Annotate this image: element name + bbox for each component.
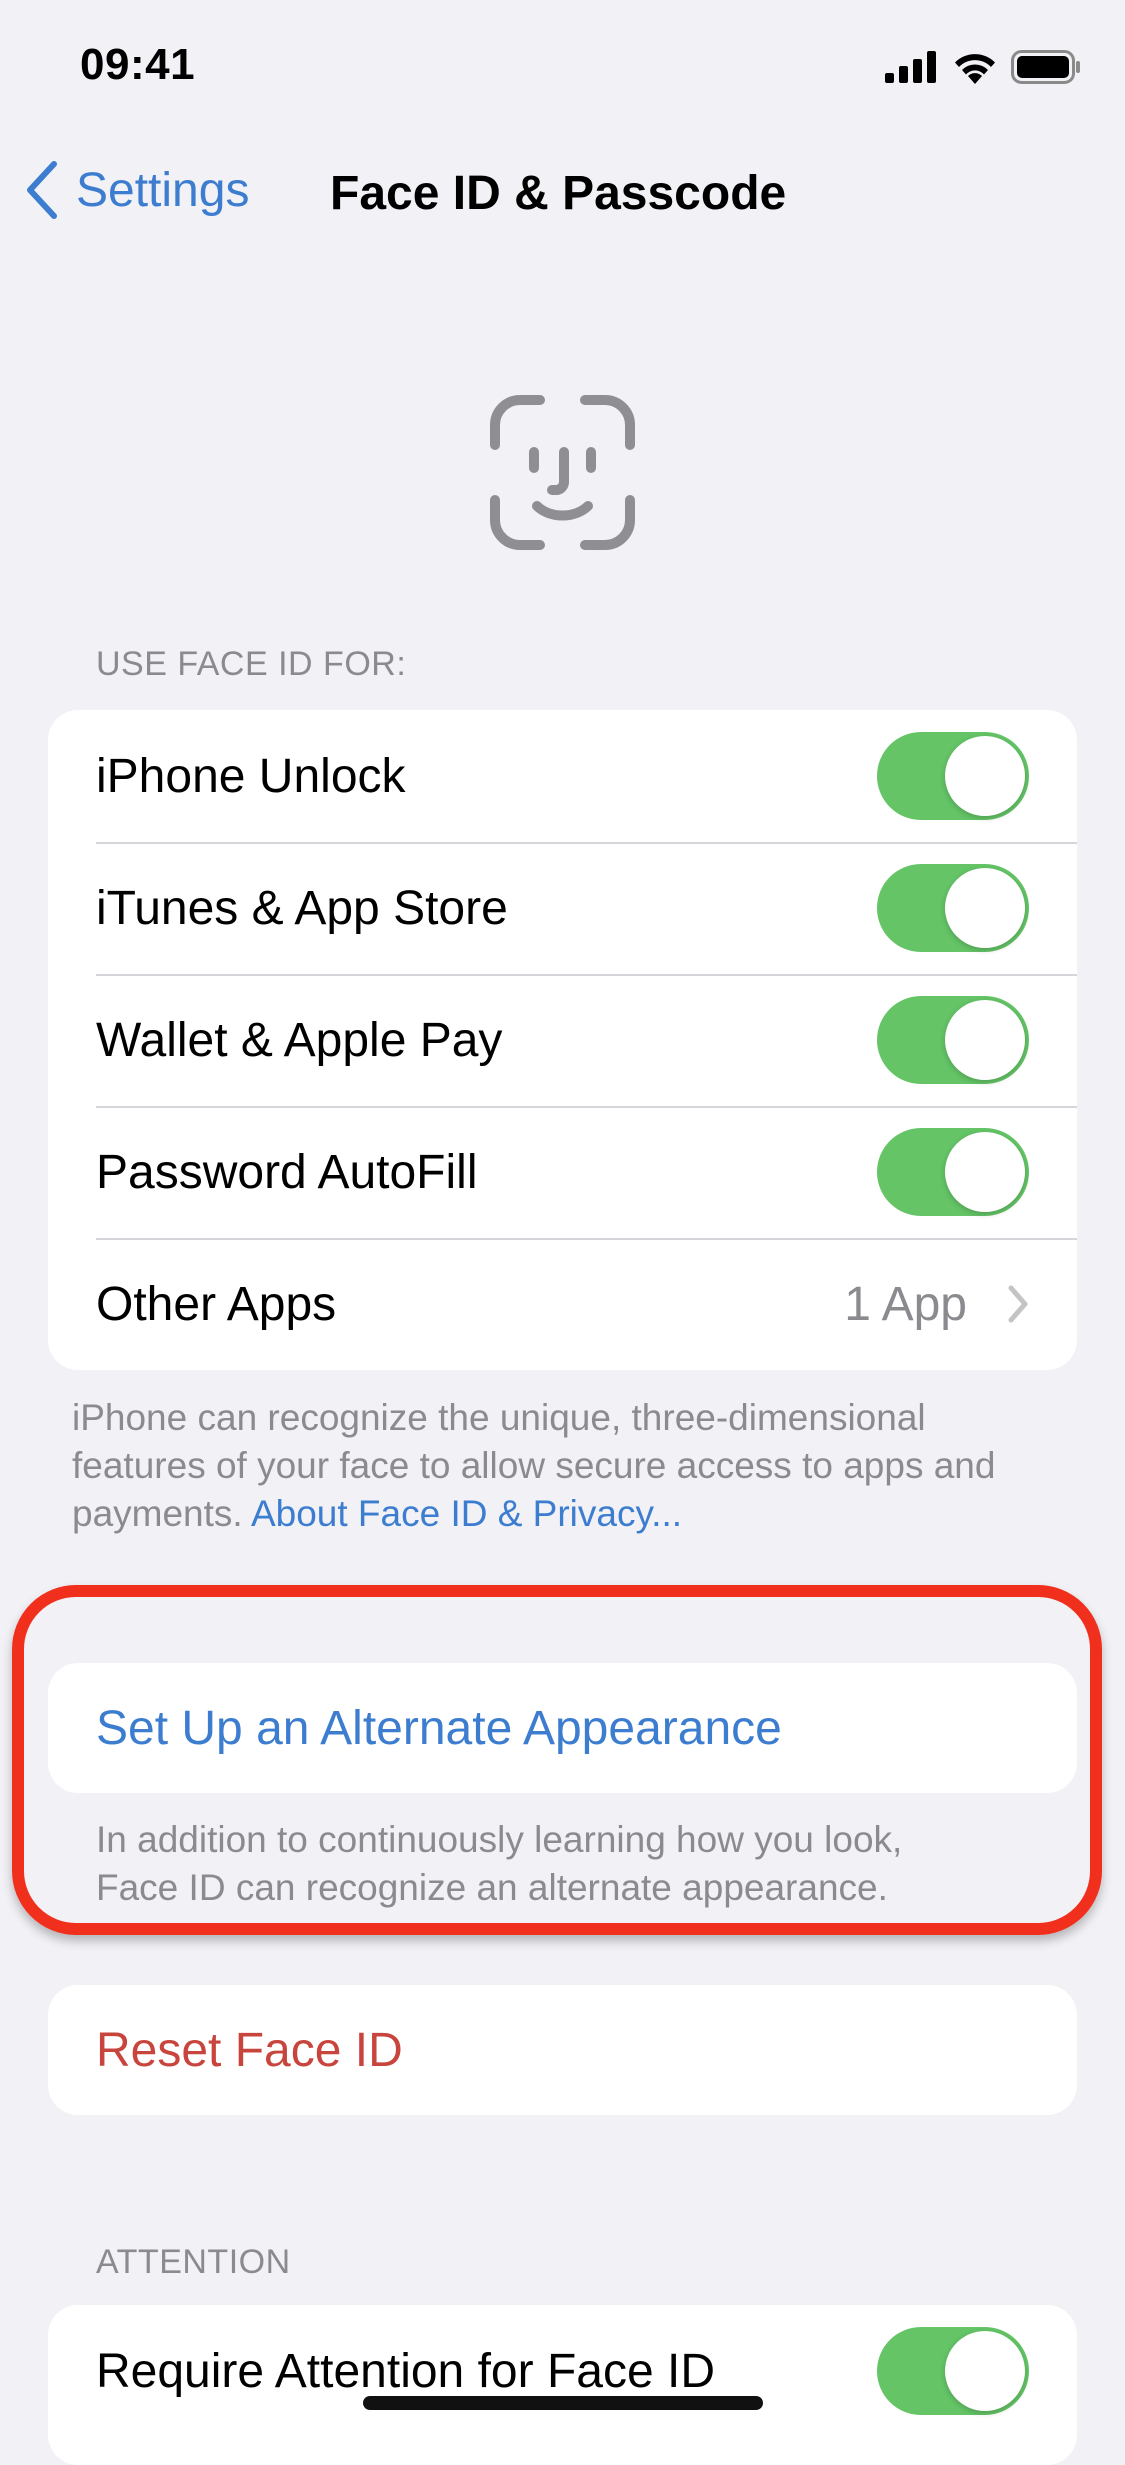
- back-button[interactable]: Settings: [22, 160, 249, 220]
- status-icons: [885, 50, 1081, 84]
- row-itunes-app-store: iTunes & App Store: [48, 842, 1077, 974]
- toggle-knob: [945, 736, 1025, 816]
- row-label: Reset Face ID: [96, 2023, 403, 2077]
- row-label: iPhone Unlock: [96, 749, 406, 803]
- alternate-appearance-group: Set Up an Alternate Appearance: [48, 1663, 1077, 1793]
- attention-header: ATTENTION: [96, 2243, 291, 2281]
- face-id-footer: iPhone can recognize the unique, three-d…: [72, 1394, 1062, 1538]
- password-autofill-toggle[interactable]: [877, 1128, 1029, 1216]
- about-face-id-privacy-link[interactable]: About Face ID & Privacy...: [251, 1493, 682, 1534]
- row-other-apps[interactable]: Other Apps 1 App: [48, 1238, 1077, 1370]
- use-face-id-group: iPhone Unlock iTunes & App Store Wallet …: [48, 710, 1077, 1370]
- iphone-unlock-toggle[interactable]: [877, 732, 1029, 820]
- reset-face-id-button[interactable]: Reset Face ID: [48, 1985, 1077, 2115]
- set-up-alternate-appearance-button[interactable]: Set Up an Alternate Appearance: [48, 1663, 1077, 1793]
- row-label: Password AutoFill: [96, 1145, 478, 1199]
- toggle-knob: [945, 2331, 1025, 2411]
- alternate-appearance-description: In addition to continuously learning how…: [96, 1816, 1086, 1912]
- row-label: Require Attention for Face ID: [96, 2344, 715, 2398]
- toggle-knob: [945, 1132, 1025, 1212]
- status-time: 09:41: [80, 40, 196, 89]
- cellular-signal-icon: [885, 51, 936, 83]
- row-label: iTunes & App Store: [96, 881, 508, 935]
- chevron-left-icon: [27, 161, 57, 219]
- toggle-knob: [945, 868, 1025, 948]
- use-face-id-header: USE FACE ID FOR:: [96, 645, 407, 683]
- row-wallet-apple-pay: Wallet & Apple Pay: [48, 974, 1077, 1106]
- chevron-right-icon: [1008, 1285, 1028, 1323]
- face-id-icon: [490, 395, 635, 550]
- description-line: In addition to continuously learning how…: [96, 1819, 903, 1860]
- row-label: Other Apps: [96, 1277, 337, 1331]
- home-indicator[interactable]: [363, 2396, 763, 2410]
- row-label: Wallet & Apple Pay: [96, 1013, 503, 1067]
- page-title: Face ID & Passcode: [330, 167, 787, 220]
- itunes-app-store-toggle[interactable]: [877, 864, 1029, 952]
- battery-icon: [1011, 50, 1080, 84]
- row-iphone-unlock: iPhone Unlock: [48, 710, 1077, 842]
- other-apps-count: 1 App: [844, 1277, 967, 1331]
- wifi-icon: [955, 54, 995, 84]
- description-line: Face ID can recognize an alternate appea…: [96, 1867, 888, 1908]
- row-password-autofill: Password AutoFill: [48, 1106, 1077, 1238]
- row-require-attention: Require Attention for Face ID: [48, 2305, 1077, 2437]
- row-label: Set Up an Alternate Appearance: [96, 1701, 782, 1755]
- require-attention-toggle[interactable]: [877, 2327, 1029, 2415]
- reset-group: Reset Face ID: [48, 1985, 1077, 2115]
- back-label: Settings: [76, 163, 250, 217]
- toggle-knob: [945, 1000, 1025, 1080]
- attention-group: Require Attention for Face ID: [48, 2305, 1077, 2465]
- wallet-apple-pay-toggle[interactable]: [877, 996, 1029, 1084]
